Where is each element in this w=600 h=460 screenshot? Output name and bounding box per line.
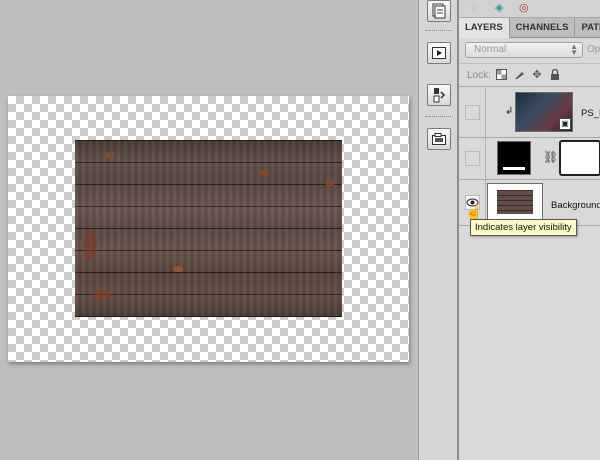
tab-layers[interactable]: LAYERS [459, 18, 510, 38]
selection-icon[interactable]: ◌ [471, 2, 478, 14]
tab-paths[interactable]: PATH [575, 18, 600, 38]
tab-channels[interactable]: CHANNELS [510, 18, 576, 38]
visibility-toggle[interactable] [465, 151, 480, 166]
opacity-label: Opa [587, 44, 600, 55]
layer-name[interactable]: Background [551, 200, 600, 211]
layer-mask-thumbnail[interactable] [559, 140, 600, 176]
thumbnail-image [497, 190, 533, 214]
color-icon[interactable]: ◎ [519, 2, 529, 14]
lock-image-icon[interactable] [513, 69, 525, 81]
smart-object-icon: ▣ [559, 118, 571, 130]
layer-row[interactable]: ⛓ [459, 138, 600, 180]
adjustment-bar [503, 167, 525, 170]
dock-grip[interactable] [425, 116, 453, 118]
layer-comps-icon[interactable] [427, 0, 451, 22]
wood-knot [325, 180, 335, 186]
hand-cursor-icon: ☝ [465, 204, 483, 220]
blend-mode-value: Normal [474, 44, 507, 55]
workspace [0, 0, 418, 460]
actions-icon[interactable] [427, 42, 451, 64]
mask-icon[interactable]: ◈ [495, 2, 503, 14]
lock-row: Lock: ✥ [459, 63, 600, 87]
layer-thumbnail[interactable]: ▣ [515, 92, 573, 132]
lock-transparent-icon[interactable] [495, 69, 507, 81]
visibility-toggle[interactable] [465, 105, 480, 120]
panel-dock [418, 0, 458, 460]
adjustment-thumbnail[interactable] [497, 141, 531, 175]
rust-stain [93, 290, 111, 300]
visibility-cell[interactable] [459, 138, 486, 179]
blend-mode-select[interactable]: Normal ▲ ▼ [465, 42, 583, 58]
lock-label: Lock: [467, 70, 491, 81]
swatches-icon[interactable] [427, 84, 451, 106]
document-canvas[interactable] [8, 96, 409, 362]
layer-row[interactable]: ↲ ▣ PS_Ni [459, 88, 600, 138]
blend-row: Normal ▲▼ Opa [463, 40, 600, 60]
layer-thumbnail[interactable] [487, 183, 543, 221]
select-arrows-icon: ▲ ▼ [570, 42, 578, 57]
wood-knot [105, 152, 115, 158]
visibility-cell[interactable] [459, 88, 486, 137]
wood-knot [173, 266, 183, 272]
tooltip: Indicates layer visibility [470, 219, 577, 236]
panel-top-bar: ◌ ◈ ◎ [459, 0, 600, 18]
wood-knot [260, 170, 270, 176]
lock-position-icon[interactable]: ✥ [531, 69, 543, 81]
navigator-icon[interactable] [427, 128, 451, 150]
panel-tabs: LAYERS CHANNELS PATH [459, 18, 600, 38]
clipping-arrow-icon: ↲ [505, 106, 514, 117]
dock-grip[interactable] [425, 30, 453, 32]
lock-all-icon[interactable] [549, 68, 561, 81]
rust-stain [83, 230, 97, 260]
link-icon[interactable]: ⛓ [543, 150, 558, 164]
layer-name[interactable]: PS_Ni [581, 108, 600, 119]
wood-texture-image [75, 140, 342, 317]
